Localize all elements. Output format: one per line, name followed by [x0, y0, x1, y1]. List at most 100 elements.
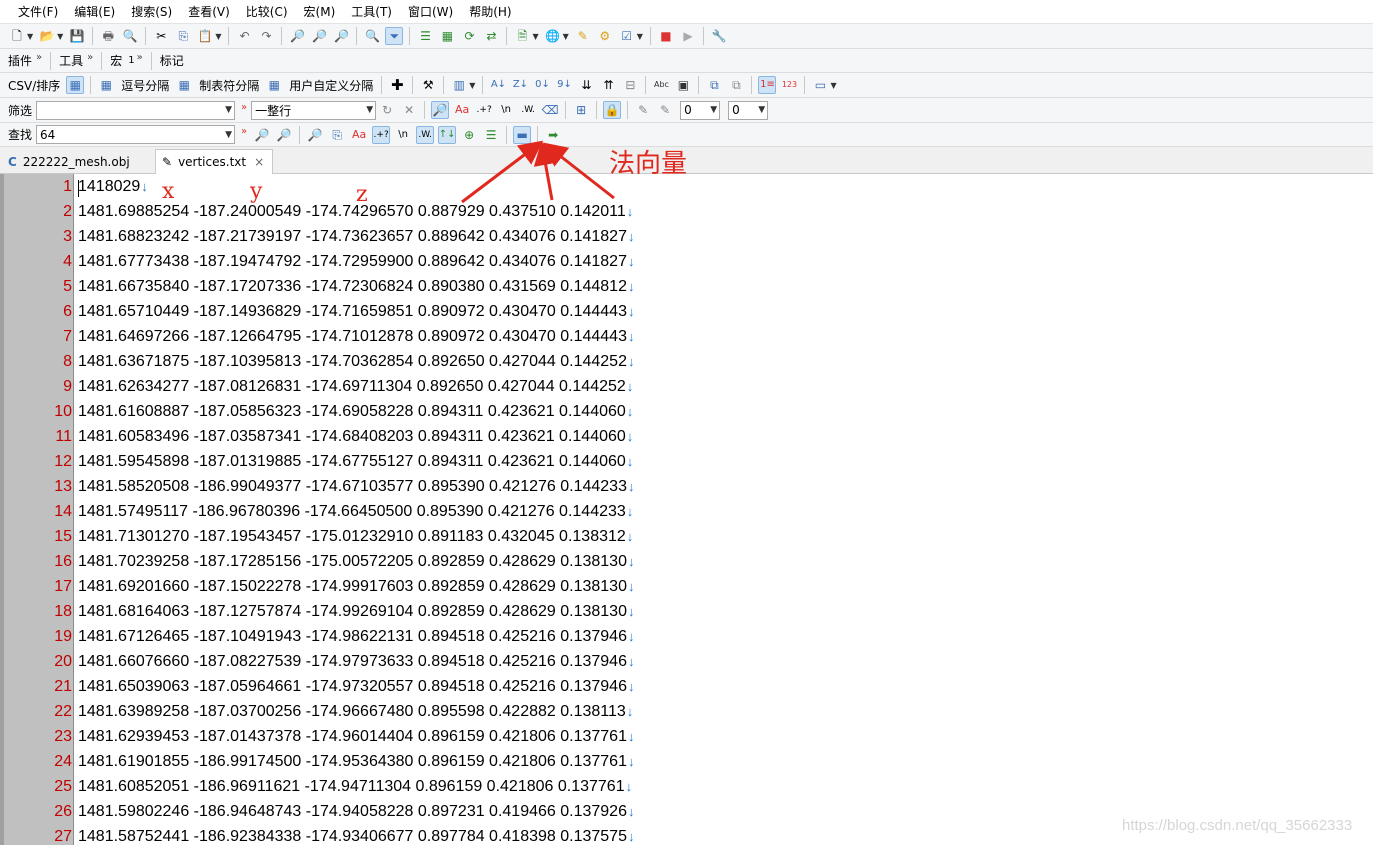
browser-dropdown-icon[interactable]: ▼ [563, 32, 569, 41]
go-icon[interactable]: ➡ [544, 126, 562, 144]
filter-input[interactable]: ▼ [36, 100, 236, 120]
spell-options-icon[interactable]: ▣ [674, 76, 692, 94]
refresh-icon[interactable]: ⟳ [460, 27, 478, 45]
find-input[interactable]: 64 ▼ [36, 125, 236, 144]
close-icon[interactable]: × [254, 155, 264, 169]
clear-filter-icon[interactable]: ✕ [400, 101, 418, 119]
cut-icon[interactable]: ✂ [152, 27, 170, 45]
print-icon[interactable]: 🖶 [99, 27, 117, 45]
text-line[interactable]: 1481.68823242 -187.21739197 -174.7362365… [78, 228, 634, 246]
text-line[interactable]: 1481.60583496 -187.03587341 -174.6840820… [78, 428, 633, 446]
match-case-icon[interactable]: Aa [350, 126, 368, 144]
chevron-icon[interactable]: » [137, 52, 143, 63]
find-icon[interactable]: 🔎 [288, 27, 306, 45]
refresh-filter-icon[interactable]: ↻ [378, 101, 396, 119]
find-prev-icon[interactable]: 🔎 [332, 27, 350, 45]
stop-record-icon[interactable]: ■ [657, 27, 675, 45]
text-line[interactable]: 1481.65039063 -187.05964661 -174.9732055… [78, 678, 634, 696]
open-dropdown-icon[interactable]: ▼ [57, 32, 63, 41]
comma-sep-icon[interactable]: ▦ [97, 76, 115, 94]
swap-icon[interactable]: ↑↓ [438, 125, 457, 144]
chevron-down-icon[interactable]: ▼ [225, 130, 232, 140]
tab-sep-button[interactable]: 制表符分隔 [195, 77, 263, 94]
regex-icon[interactable]: .+? [372, 125, 391, 144]
line-numbers-icon[interactable]: 1≡ [758, 76, 777, 94]
find-next-icon[interactable]: 🔎 [310, 27, 328, 45]
new-dropdown-icon[interactable]: ▼ [27, 32, 33, 41]
search-icon[interactable]: 🔎 [431, 101, 450, 119]
sort-90-icon[interactable]: 9↓ [555, 76, 573, 94]
copy-results-icon[interactable]: ⎘ [328, 126, 346, 144]
number-select-1[interactable]: 0 ▼ [680, 100, 721, 120]
sort-za-icon[interactable]: Z↓ [511, 76, 529, 94]
paste-dropdown-icon[interactable]: ▼ [215, 32, 221, 41]
compare-icon[interactable]: ⧉ [705, 76, 723, 94]
menu-item[interactable]: 宏(M) [296, 0, 344, 24]
menu-item[interactable]: 搜索(S) [123, 0, 180, 24]
sort-options-icon[interactable]: ⊟ [621, 76, 639, 94]
number-select-2[interactable]: 0 ▼ [728, 100, 769, 120]
find-prev-icon[interactable]: 🔎 [275, 126, 293, 144]
chevron-icon[interactable]: » [241, 102, 247, 113]
text-line[interactable]: 1481.66076660 -187.08227539 -174.9797363… [78, 653, 634, 671]
tab-sep-icon[interactable]: ▦ [175, 76, 193, 94]
marks-label[interactable]: 标记 [156, 52, 188, 69]
search-icon[interactable]: 🔎 [306, 126, 324, 144]
text-line[interactable]: 1481.71301270 -187.19543457 -175.0123291… [78, 528, 633, 546]
text-line[interactable]: 1481.62634277 -187.08126831 -174.6971130… [78, 378, 633, 396]
text-line[interactable]: 1481.65710449 -187.14936829 -174.7165985… [78, 303, 634, 321]
columns-dropdown-icon[interactable]: ▼ [469, 81, 475, 90]
whole-word-icon[interactable]: .W. [519, 101, 537, 119]
text-line[interactable]: 1481.68164063 -187.12757874 -174.9926910… [78, 603, 634, 621]
whole-word-icon[interactable]: .W. [416, 125, 435, 144]
list-view-icon[interactable]: ☰ [416, 27, 434, 45]
csv-sort-label[interactable]: CSV/排序 [4, 77, 64, 94]
match-case-icon[interactable]: Aa [453, 101, 471, 119]
check-dropdown-icon[interactable]: ▼ [637, 32, 643, 41]
play-macro-icon[interactable]: ▶ [679, 27, 697, 45]
document-dropdown-icon[interactable]: ▼ [532, 32, 538, 41]
compare-options-icon[interactable]: ⧉ [727, 76, 745, 94]
text-line[interactable]: 1481.69201660 -187.15022278 -174.9991760… [78, 578, 634, 596]
highlight-icon[interactable]: ✎ [634, 101, 652, 119]
menu-item[interactable]: 查看(V) [180, 0, 238, 24]
text-line[interactable]: 1481.63989258 -187.03700256 -174.9666748… [78, 703, 633, 721]
paste-icon[interactable]: 📋 [196, 27, 214, 45]
columns-icon[interactable]: ▥ [450, 76, 468, 94]
wrench-icon[interactable]: 🔧 [710, 27, 728, 45]
chevron-down-icon[interactable]: ▼ [225, 105, 232, 115]
chevron-icon[interactable]: » [36, 52, 42, 63]
sort-09-icon[interactable]: 0↓ [533, 76, 551, 94]
redo-icon[interactable]: ↷ [257, 27, 275, 45]
menu-item[interactable]: 文件(F) [10, 0, 66, 24]
column-tools-icon[interactable]: ⚒ [419, 76, 437, 94]
text-line[interactable]: 1481.62939453 -187.01437378 -174.9601440… [78, 728, 634, 746]
text-editor[interactable]: 1 2 3 4 5 6 7 8 9 10 11 12 13 14 15 16 17 18 19 20 21 22 23 24 2… [0, 174, 1373, 845]
save-icon[interactable]: 💾 [68, 27, 86, 45]
check-icon[interactable]: ☑ [618, 27, 636, 45]
text-line[interactable]: 1481.59545898 -187.01319885 -174.6775512… [78, 453, 633, 471]
settings-icon[interactable]: ⚙ [596, 27, 614, 45]
text-line[interactable]: 1481.58752441 -186.92384338 -174.9340667… [78, 828, 634, 845]
sort-lines-desc-icon[interactable]: ⇈ [599, 76, 617, 94]
text-line[interactable]: 1418029↓ [78, 178, 148, 196]
tools-label[interactable]: 工具 [55, 52, 87, 69]
comma-sep-button[interactable]: 逗号分隔 [117, 77, 173, 94]
menu-item[interactable]: 工具(T) [343, 0, 400, 24]
regex-icon[interactable]: .+? [475, 101, 493, 119]
newline-icon[interactable]: \n [394, 126, 412, 144]
text-line[interactable]: 1481.61608887 -187.05856323 -174.6905822… [78, 403, 633, 421]
tab-mesh-obj[interactable]: C 222222_mesh.obj [2, 149, 154, 174]
text-line[interactable]: 1481.66735840 -187.17207336 -174.7230682… [78, 278, 634, 296]
undo-icon[interactable]: ↶ [235, 27, 253, 45]
chevron-down-icon[interactable]: ▼ [710, 105, 717, 115]
macro-label[interactable]: 宏 [106, 52, 126, 69]
open-folder-icon[interactable]: 📂 [38, 27, 56, 45]
print-preview-icon[interactable]: 🔍 [121, 27, 139, 45]
menu-item[interactable]: 帮助(H) [461, 0, 519, 24]
new-file-icon[interactable]: 🗋 [8, 27, 26, 45]
clear-format-icon[interactable]: ⌫ [541, 101, 559, 119]
text-line[interactable]: 1481.64697266 -187.12664795 -174.7101287… [78, 328, 634, 346]
lock-icon[interactable]: 🔒 [603, 101, 622, 119]
list-results-icon[interactable]: ☰ [482, 126, 500, 144]
